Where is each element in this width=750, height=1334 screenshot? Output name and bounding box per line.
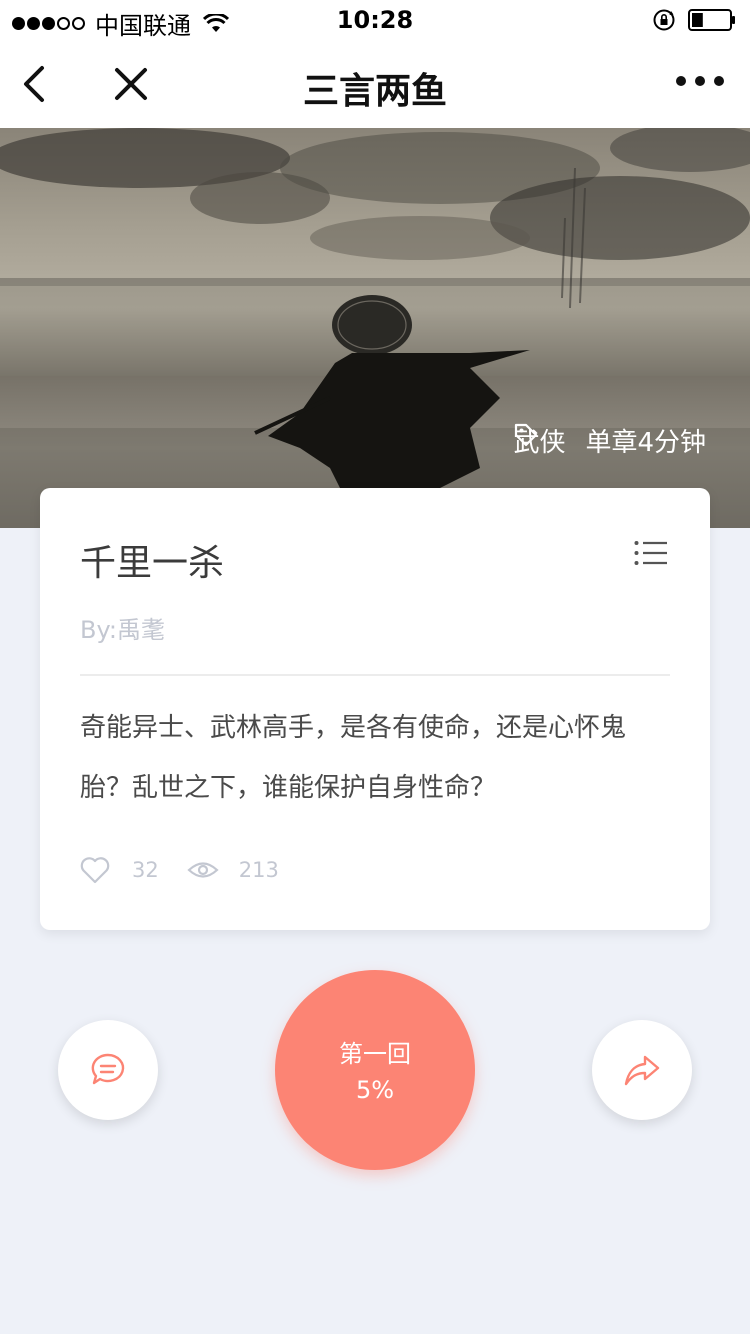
share-icon bbox=[624, 1055, 660, 1086]
status-right bbox=[652, 8, 736, 32]
page-title: 三言两鱼 bbox=[302, 71, 447, 112]
hero-tag: 武侠 单章4分钟 bbox=[513, 422, 706, 459]
divider bbox=[80, 674, 670, 676]
hero-image: 武侠 单章4分钟 bbox=[0, 128, 750, 528]
comment-button[interactable] bbox=[58, 1020, 158, 1120]
tag-icon bbox=[515, 423, 538, 447]
likes-count: 32 bbox=[132, 858, 159, 882]
heart-icon[interactable] bbox=[80, 856, 110, 884]
start-reading-button[interactable]: 第一回 5% bbox=[275, 970, 475, 1170]
story-stats: 32 213 bbox=[80, 856, 279, 884]
ink-landscape-illustration bbox=[0, 128, 750, 528]
story-title: 千里一杀 bbox=[80, 543, 225, 584]
comment-icon bbox=[91, 1053, 125, 1085]
views-count: 213 bbox=[238, 858, 279, 882]
nav-bar: 三言两鱼 bbox=[0, 40, 750, 128]
status-bar: 中国联通 10:28 bbox=[0, 0, 750, 40]
reading-progress: 5% bbox=[355, 1076, 395, 1104]
status-time: 10:28 bbox=[336, 6, 414, 34]
battery-icon bbox=[688, 9, 735, 31]
story-card: 千里一杀 By:禹耄 奇能异士、武林高手，是各有使命，还是心怀鬼胎？乱世之下，谁… bbox=[40, 488, 710, 930]
author-label: By:禹耄 bbox=[80, 616, 166, 644]
more-dots-icon[interactable] bbox=[676, 76, 724, 86]
rotation-lock-icon bbox=[653, 9, 675, 31]
list-menu-icon[interactable] bbox=[634, 540, 668, 566]
share-button[interactable] bbox=[592, 1020, 692, 1120]
story-description: 奇能异士、武林高手，是各有使命，还是心怀鬼胎？乱世之下，谁能保护自身性命？ bbox=[80, 713, 627, 803]
chapter-label: 第一回 bbox=[339, 1040, 411, 1068]
duration-label: 单章4分钟 bbox=[585, 428, 706, 458]
eye-icon bbox=[187, 862, 219, 878]
